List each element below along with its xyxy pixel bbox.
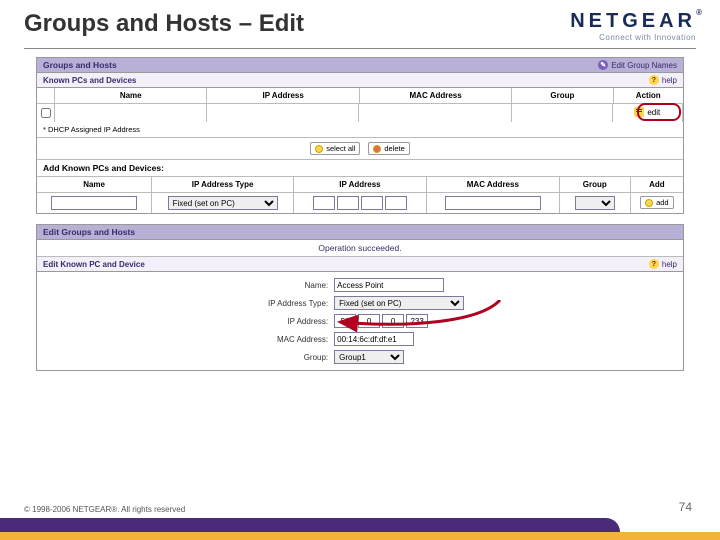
page-title: Groups and Hosts – Edit: [24, 10, 304, 38]
edit-panel-title: Edit Groups and Hosts: [43, 227, 135, 237]
ip-label: IP Address:: [37, 317, 334, 326]
add-name-input[interactable]: [51, 196, 137, 210]
mac-label: MAC Address:: [37, 335, 334, 344]
add-group-select[interactable]: [575, 196, 615, 210]
copyright: © 1998-2006 NETGEAR®. All rights reserve…: [24, 505, 185, 514]
edit-iptype-select[interactable]: Fixed (set on PC): [334, 296, 464, 310]
panel-title: Groups and Hosts: [43, 60, 117, 70]
add-button[interactable]: add: [640, 196, 674, 209]
col-group: Group: [512, 88, 613, 103]
add-known-header: Add Known PCs and Devices:: [37, 159, 683, 176]
known-pcs-subtitle: Known PCs and Devices: [43, 76, 136, 85]
dhcp-note: * DHCP Assigned IP Address: [37, 122, 683, 137]
edit-ip-2[interactable]: [358, 314, 380, 328]
col-mac: MAC Address: [360, 88, 512, 103]
iptype-label: IP Address Type:: [37, 299, 334, 308]
groups-and-hosts-panel: Groups and Hosts ✎ Edit Group Names Know…: [36, 57, 684, 214]
group-label: Group:: [37, 353, 334, 362]
add-mac-input[interactable]: [445, 196, 541, 210]
col-name: Name: [55, 88, 207, 103]
add-ip-2[interactable]: [337, 196, 359, 210]
edit-ip-3[interactable]: [382, 314, 404, 328]
col-ip: IP Address: [207, 88, 359, 103]
col2-ip: IP Address: [294, 177, 427, 192]
page-number: 74: [679, 500, 692, 514]
edit-group-names-link[interactable]: ✎ Edit Group Names: [598, 60, 677, 70]
edit-group-select[interactable]: Group1: [334, 350, 404, 364]
help-icon: ?: [649, 75, 659, 85]
help-link[interactable]: ? help: [649, 75, 677, 85]
col2-name: Name: [37, 177, 152, 192]
edit-groups-hosts-panel: Edit Groups and Hosts Operation succeede…: [36, 224, 684, 371]
col-action: Action: [614, 88, 683, 103]
add-iptype-select[interactable]: Fixed (set on PC): [168, 196, 278, 210]
edit-ip-1[interactable]: [334, 314, 356, 328]
edit-name-input[interactable]: [334, 278, 444, 292]
help-icon: ?: [649, 259, 659, 269]
logo-text: NETGEAR: [570, 10, 696, 33]
row-checkbox[interactable]: [41, 108, 51, 118]
edit-known-subtitle: Edit Known PC and Device: [43, 260, 145, 269]
edit-highlight-annotation: [637, 103, 681, 121]
add-ip-1[interactable]: [313, 196, 335, 210]
col2-iptype: IP Address Type: [152, 177, 294, 192]
status-message: Operation succeeded.: [37, 240, 683, 257]
help-link-2[interactable]: ? help: [649, 259, 677, 269]
col2-add: Add: [631, 177, 683, 192]
edit-ip-4[interactable]: [406, 314, 428, 328]
add-ip-3[interactable]: [361, 196, 383, 210]
edit-group-names-icon: ✎: [598, 60, 608, 70]
footer-band: © 1998-2006 NETGEAR®. All rights reserve…: [0, 496, 720, 540]
delete-button[interactable]: delete: [368, 142, 409, 155]
netgear-logo: NETGEAR Connect with Innovation: [570, 10, 696, 42]
edit-mac-input[interactable]: [334, 332, 414, 346]
logo-tagline: Connect with Innovation: [570, 33, 696, 42]
col2-group: Group: [560, 177, 631, 192]
select-all-button[interactable]: select all: [310, 142, 360, 155]
name-label: Name:: [37, 281, 334, 290]
add-ip-4[interactable]: [385, 196, 407, 210]
col2-mac: MAC Address: [427, 177, 560, 192]
